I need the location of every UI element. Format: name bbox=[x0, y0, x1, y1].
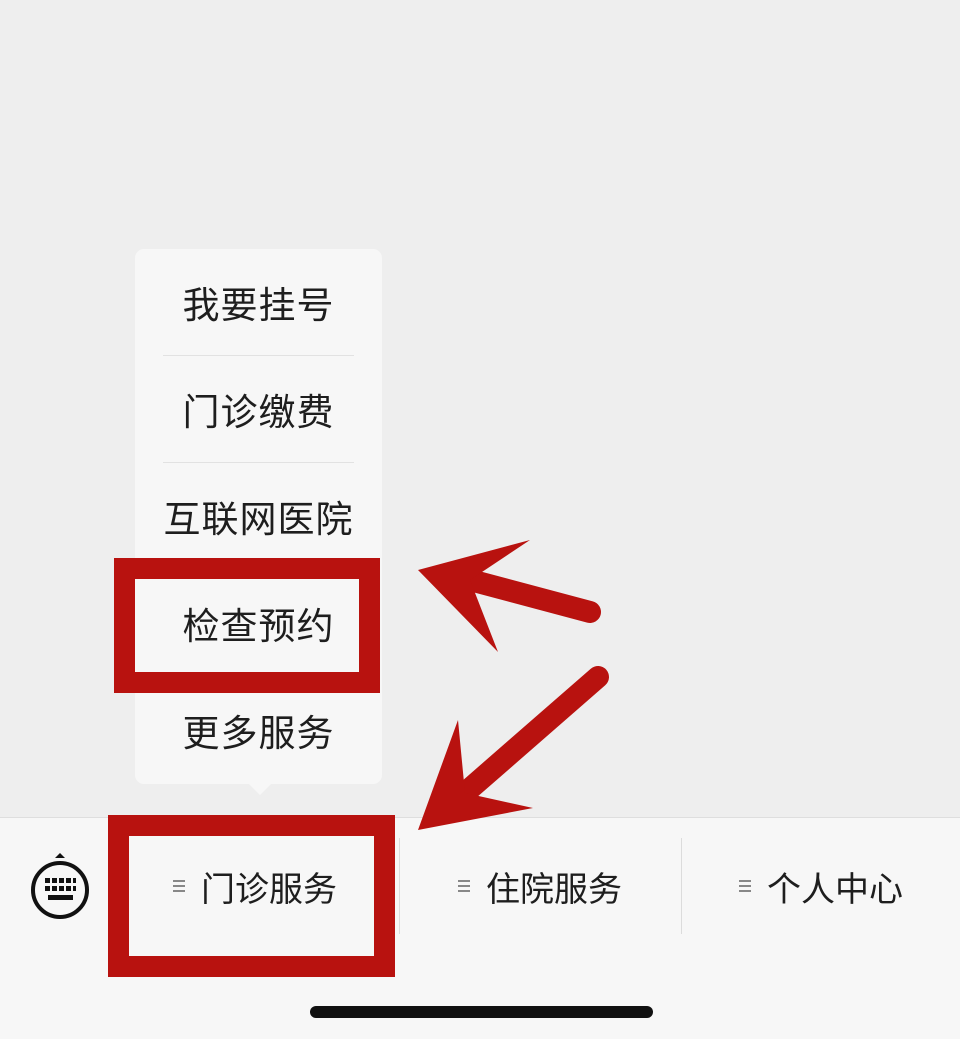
menu-item-label: 互联网医院 bbox=[163, 498, 354, 541]
keyboard-toggle-button[interactable] bbox=[28, 852, 92, 928]
tab-label: 住院服务 bbox=[486, 869, 622, 910]
menu-item-label: 检查预约 bbox=[182, 605, 335, 648]
menu-item-more-services[interactable]: 更多服务 bbox=[135, 677, 382, 783]
tab-label: 门诊服务 bbox=[201, 869, 337, 910]
menu-lines-icon bbox=[458, 879, 470, 893]
menu-item-register[interactable]: 我要挂号 bbox=[135, 249, 382, 355]
menu-lines-icon bbox=[173, 879, 185, 893]
menu-item-label: 我要挂号 bbox=[182, 284, 335, 327]
menu-item-label: 门诊缴费 bbox=[182, 391, 335, 434]
menu-lines-icon bbox=[739, 879, 751, 893]
tab-inpatient-services[interactable]: 住院服务 bbox=[400, 838, 680, 934]
submenu-popup: 我要挂号 门诊缴费 互联网医院 检查预约 更多服务 bbox=[135, 249, 382, 795]
tab-label: 个人中心 bbox=[767, 869, 903, 910]
bottom-menu-bar: 门诊服务 住院服务 个人中心 bbox=[0, 817, 960, 1039]
menu-item-label: 更多服务 bbox=[182, 712, 335, 755]
home-indicator bbox=[310, 1006, 653, 1018]
tab-personal-center[interactable]: 个人中心 bbox=[682, 838, 960, 934]
arrow-left-icon bbox=[418, 540, 601, 652]
menu-item-exam-appointment[interactable]: 检查预约 bbox=[135, 570, 382, 676]
keyboard-icon bbox=[31, 853, 89, 919]
menu-item-internet-hospital[interactable]: 互联网医院 bbox=[135, 463, 382, 569]
tab-outpatient-services[interactable]: 门诊服务 bbox=[112, 838, 398, 934]
menu-item-outpatient-payment[interactable]: 门诊缴费 bbox=[135, 356, 382, 462]
arrow-down-left-icon bbox=[418, 666, 609, 830]
